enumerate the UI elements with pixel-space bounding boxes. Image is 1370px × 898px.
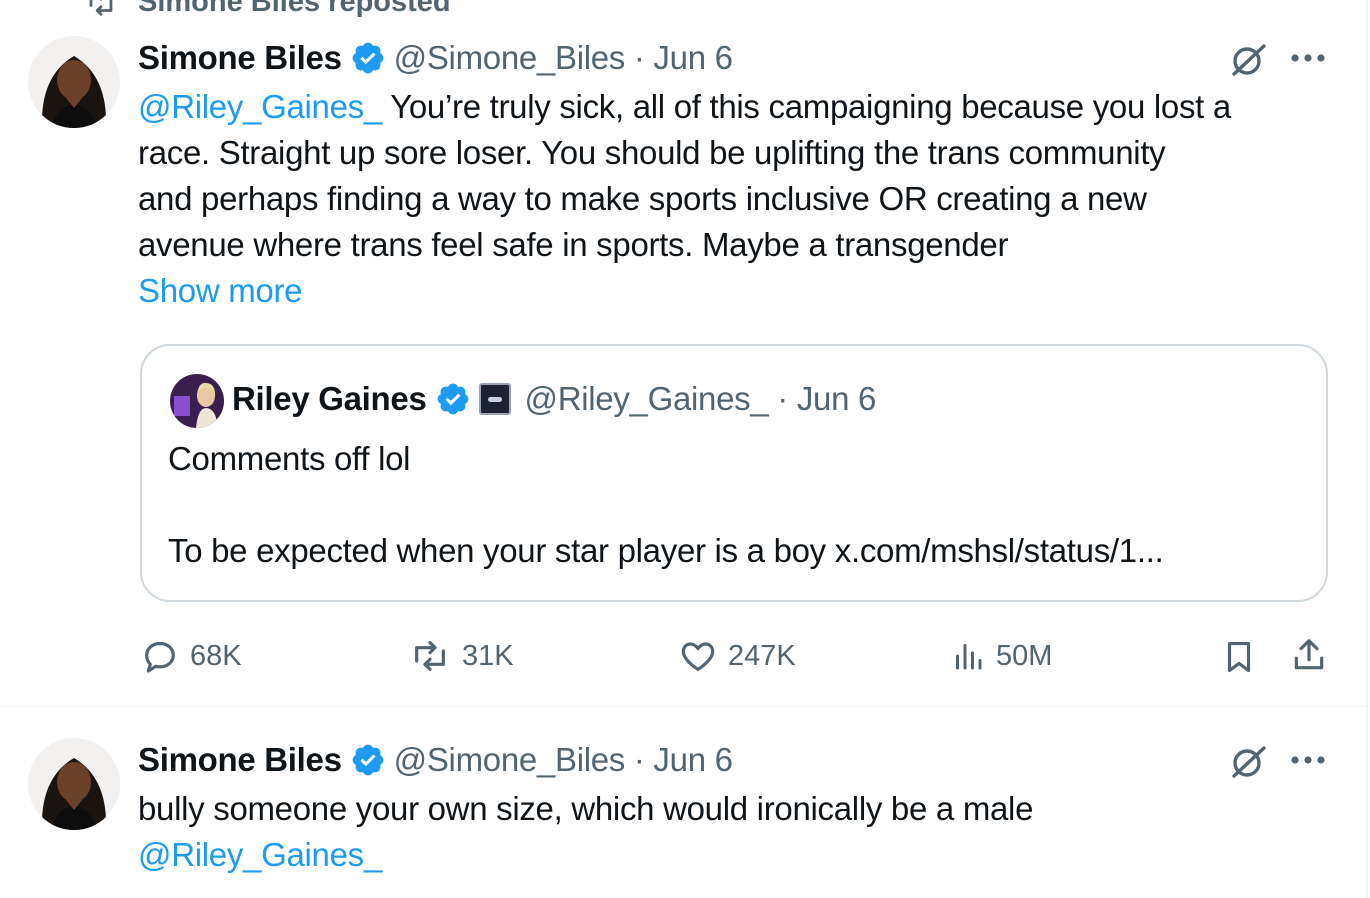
repost-button[interactable]: 31K xyxy=(408,634,514,678)
tweet-text-line: bully someone your own size, which would… xyxy=(138,790,1034,827)
tweet-text-line: race. Straight up sore loser. You should… xyxy=(138,134,1166,171)
tweet-header: Simone Biles @Simone_Biles · Jun 6 xyxy=(138,36,733,80)
mention-link[interactable]: @Riley_Gaines_ xyxy=(138,832,1338,878)
tweet-text-line: @Riley_Gaines_ You’re truly sick, all of… xyxy=(138,88,1231,125)
grok-icon[interactable] xyxy=(1226,38,1270,82)
like-count: 247K xyxy=(728,639,796,672)
view-count: 50M xyxy=(996,639,1053,672)
tweet-text: @Riley_Gaines_ You’re truly sick, all of… xyxy=(138,84,1338,314)
analytics-icon xyxy=(956,644,982,670)
handle-date[interactable]: @Simone_Biles · Jun 6 xyxy=(394,741,733,779)
mention-link[interactable]: @Riley_Gaines_ xyxy=(138,88,382,125)
repost-banner[interactable]: Simone Biles reposted xyxy=(82,0,451,19)
bookmark-icon xyxy=(1227,641,1251,673)
quote-avatar[interactable] xyxy=(170,374,224,428)
affiliation-badge-icon[interactable] xyxy=(478,383,511,415)
handle-date[interactable]: @Simone_Biles · Jun 6 xyxy=(394,39,733,77)
tweet-divider xyxy=(0,706,1366,707)
reply-icon xyxy=(145,641,175,673)
repost-count: 31K xyxy=(462,639,514,672)
grok-icon[interactable] xyxy=(1226,740,1270,784)
more-options-icon[interactable] xyxy=(1286,742,1330,778)
avatar[interactable] xyxy=(28,738,120,830)
like-button[interactable]: 247K xyxy=(678,634,796,678)
quote-text-line: Comments off lol xyxy=(168,440,411,477)
show-more-link[interactable]: Show more xyxy=(138,268,1338,314)
reply-button[interactable]: 68K xyxy=(140,634,242,678)
tweet-text-line: and perhaps finding a way to make sports… xyxy=(138,180,1147,217)
quote-author-name[interactable]: Riley Gaines xyxy=(232,380,427,418)
tweet-header: Simone Biles @Simone_Biles · Jun 6 xyxy=(138,738,733,782)
heart-icon xyxy=(681,642,715,671)
verified-badge-icon xyxy=(352,744,384,776)
quote-text: Comments off lol To be expected when you… xyxy=(168,436,1308,574)
quote-handle-date[interactable]: @Riley_Gaines_ · Jun 6 xyxy=(525,380,877,418)
quote-text-spacer xyxy=(168,482,1308,528)
tweet-text: bully someone your own size, which would… xyxy=(138,786,1338,878)
author-name[interactable]: Simone Biles xyxy=(138,39,342,77)
quote-header: Riley Gaines @Riley_Gaines_ · Jun 6 xyxy=(232,378,876,420)
repost-icon xyxy=(415,641,445,671)
reply-count: 68K xyxy=(190,639,242,672)
share-icon xyxy=(1294,639,1324,670)
tweet-text-line: avenue where trans feel safe in sports. … xyxy=(138,226,1009,263)
avatar[interactable] xyxy=(28,36,120,128)
repost-icon xyxy=(89,0,113,16)
verified-badge-icon xyxy=(437,383,468,415)
author-name[interactable]: Simone Biles xyxy=(138,741,342,779)
views-button[interactable]: 50M xyxy=(950,634,1052,678)
timeline-border xyxy=(1366,0,1368,898)
share-button[interactable] xyxy=(1288,634,1330,676)
bookmark-button[interactable] xyxy=(1218,636,1260,678)
quote-text-line: To be expected when your star player is … xyxy=(168,532,1164,569)
verified-badge-icon xyxy=(352,42,384,74)
repost-banner-text: Simone Biles reposted xyxy=(138,0,451,18)
more-options-icon[interactable] xyxy=(1286,40,1330,76)
